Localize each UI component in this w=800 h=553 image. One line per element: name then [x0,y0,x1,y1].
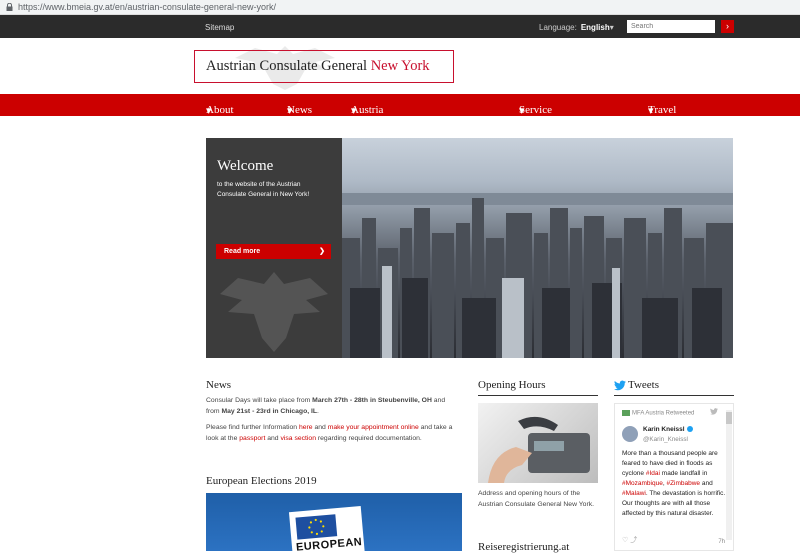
timeline-scrollbar[interactable] [726,410,732,540]
search-button[interactable]: › [721,20,734,33]
ballot-card: EUROPEAN [288,505,366,551]
url-text: https://www.bmeia.gv.at/en/austrian-cons… [18,2,276,12]
hashtag-link[interactable]: #Mozambique [622,480,663,487]
visa-section-link[interactable]: visa section [280,435,316,442]
opening-hours-heading: Opening Hours [478,379,546,391]
emphasis-text: May 21st - 23rd in Chicago, IL [221,407,318,415]
chevron-down-icon: ▾ [648,105,654,117]
top-utility-bar: Sitemap Language:English▾ › [0,15,800,38]
timeline-scrollbar-thumb[interactable] [726,412,732,424]
logo-title: Austrian Consulate General [206,58,368,74]
tweet-author-name[interactable]: Karin Kneissl [643,426,693,433]
hero-title: Welcome [217,158,274,174]
text: regarding required documentation. [315,434,422,442]
text: and [700,480,713,487]
text: and [312,424,328,431]
chevron-down-icon: ▾ [287,105,293,117]
retweet-label: MFA Austria Retweeted [632,410,695,417]
twitter-bird-icon [710,408,718,415]
chevron-down-icon: ▾ [609,23,614,32]
telephone-icon [488,416,590,483]
news-paragraph-consular-days: Consular Days will take place from March… [206,396,456,417]
language-selector[interactable]: Language: English▾ [539,23,614,32]
passport-link[interactable]: passport [239,435,265,442]
appointment-link[interactable]: make your appointment online [328,424,419,431]
european-elections-image[interactable]: EUROPEAN [206,493,462,551]
skyline-illustration [342,193,733,358]
browser-url-bar[interactable]: https://www.bmeia.gv.at/en/austrian-cons… [0,0,800,15]
opening-hours-text: Address and opening hours of the Austria… [478,490,594,508]
avatar[interactable] [622,426,638,442]
european-elections-heading: European Elections 2019 [206,475,317,487]
divider [614,395,734,396]
tweet-author-handle[interactable]: @Karin_Kneissl [643,436,688,443]
search-input[interactable] [627,20,715,33]
retweet-indicator: MFA Austria Retweeted [622,410,694,417]
reiseregistrierung-heading: Reiseregistrierung.at [478,541,570,553]
text: Please find further Information [206,424,299,431]
logo-accent: New York [370,58,430,74]
author-name-text: Karin Kneissl [643,426,685,433]
read-more-label: Read more [224,248,261,255]
hero-banner: Welcome to the website of the Austrian C… [206,138,733,358]
twitter-bird-icon [614,380,626,391]
retweet-icon [622,410,630,416]
text: . [317,407,319,415]
language-label: Language: [539,23,577,32]
eagle-emblem-icon [220,272,328,352]
chevron-right-icon: ❯ [319,248,325,255]
hero-intro: to the website of the Austrian Consulate… [217,181,310,198]
hashtag-link[interactable]: #Malawi [622,490,646,497]
emphasis-text: March 27th - 28th in Steubenville, OH [312,397,432,404]
tweet-body: More than a thousand people are feared t… [622,449,726,519]
hero-photo-new-york-skyline [342,138,733,358]
twitter-timeline[interactable]: MFA Austria Retweeted Karin Kneissl @Kar… [614,403,734,551]
eu-flag-icon [295,514,338,540]
language-value: English [580,23,610,32]
read-more-button[interactable]: Read more ❯ [216,244,331,259]
hashtag-link[interactable]: #Idai [646,470,660,477]
news-heading: News [206,379,232,391]
sitemap-link[interactable]: Sitemap [205,23,234,32]
hero-text-panel: Welcome to the website of the Austrian C… [206,138,342,358]
here-link[interactable]: here [299,424,313,431]
site-logo[interactable]: Austrian Consulate General New York [194,50,454,83]
hashtag-link[interactable]: #Zimbabwe [666,480,700,487]
text: made landfall in [659,470,708,477]
chevron-down-icon: ▾ [519,105,525,117]
opening-hours-phone-image[interactable] [478,403,598,483]
tweet-timestamp[interactable]: 7h [718,539,725,545]
text: and [265,434,281,442]
chevron-down-icon: ▾ [206,105,212,117]
divider [478,395,598,396]
main-navigation: About Us▾ News▾ Austria in the United St… [0,94,800,152]
chevron-down-icon: ▾ [351,105,357,117]
tweets-heading: Tweets [628,379,659,391]
verified-icon [686,426,693,433]
lock-icon [6,3,13,11]
text: Consular Days will take place from [206,397,313,404]
news-paragraph-information: Please find further Information here and… [206,423,458,444]
tweet-actions[interactable]: ♡ ⤴ [622,535,637,545]
